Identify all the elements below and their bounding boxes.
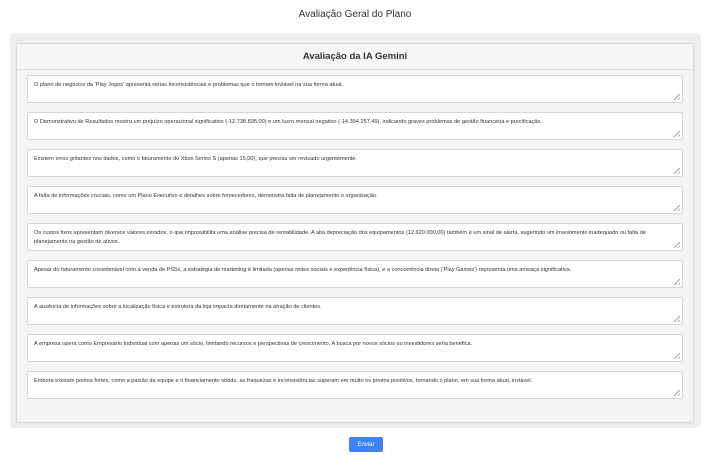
card-title: Avaliação da IA Gemini bbox=[17, 44, 693, 70]
evaluation-text: Apesar do faturamento considerável com a… bbox=[34, 267, 572, 273]
evaluation-text: O plano de negócios da 'Play Jogos' apre… bbox=[34, 82, 344, 88]
evaluation-textarea[interactable]: Os custos fixos apresentam diversos valo… bbox=[27, 223, 683, 251]
evaluation-textarea[interactable]: A ausência de informações sobre a locali… bbox=[27, 297, 683, 325]
resize-grip-icon[interactable] bbox=[674, 279, 680, 285]
evaluation-list: O plano de negócios da 'Play Jogos' apre… bbox=[27, 75, 683, 408]
evaluation-textarea[interactable]: A falta de informações cruciais, como um… bbox=[27, 186, 683, 214]
resize-grip-icon[interactable] bbox=[674, 390, 680, 396]
resize-grip-icon[interactable] bbox=[674, 316, 680, 322]
resize-grip-icon[interactable] bbox=[674, 205, 680, 211]
resize-grip-icon[interactable] bbox=[674, 94, 680, 100]
evaluation-text: A empresa opera como Empresário Individu… bbox=[34, 341, 473, 347]
evaluation-textarea[interactable]: Apesar do faturamento considerável com a… bbox=[27, 260, 683, 288]
evaluation-text: Os custos fixos apresentam diversos valo… bbox=[34, 230, 646, 245]
page-title: Avaliação Geral do Plano bbox=[298, 9, 412, 20]
resize-grip-icon[interactable] bbox=[674, 168, 680, 174]
resize-grip-icon[interactable] bbox=[674, 131, 680, 137]
evaluation-text: Existem erros gritantes nos dados, como … bbox=[34, 156, 358, 162]
evaluation-text: A falta de informações cruciais, como um… bbox=[34, 193, 378, 199]
evaluation-textarea[interactable]: Embora existam pontos fortes, como a pai… bbox=[27, 371, 683, 399]
evaluation-text: Embora existam pontos fortes, como a pai… bbox=[34, 378, 533, 384]
evaluation-text: O Demonstrativo de Resultados mostra um … bbox=[34, 119, 543, 125]
resize-grip-icon[interactable] bbox=[674, 353, 680, 359]
ai-evaluation-card: Avaliação da IA Gemini O plano de negóci… bbox=[16, 43, 694, 423]
evaluation-textarea[interactable]: O plano de negócios da 'Play Jogos' apre… bbox=[27, 75, 683, 103]
resize-grip-icon[interactable] bbox=[674, 242, 680, 248]
submit-button[interactable]: Enviar bbox=[349, 437, 383, 452]
evaluation-textarea[interactable]: Existem erros gritantes nos dados, como … bbox=[27, 149, 683, 177]
evaluation-textarea[interactable]: A empresa opera como Empresário Individu… bbox=[27, 334, 683, 362]
evaluation-textarea[interactable]: O Demonstrativo de Resultados mostra um … bbox=[27, 112, 683, 140]
evaluation-text: A ausência de informações sobre a locali… bbox=[34, 304, 322, 310]
